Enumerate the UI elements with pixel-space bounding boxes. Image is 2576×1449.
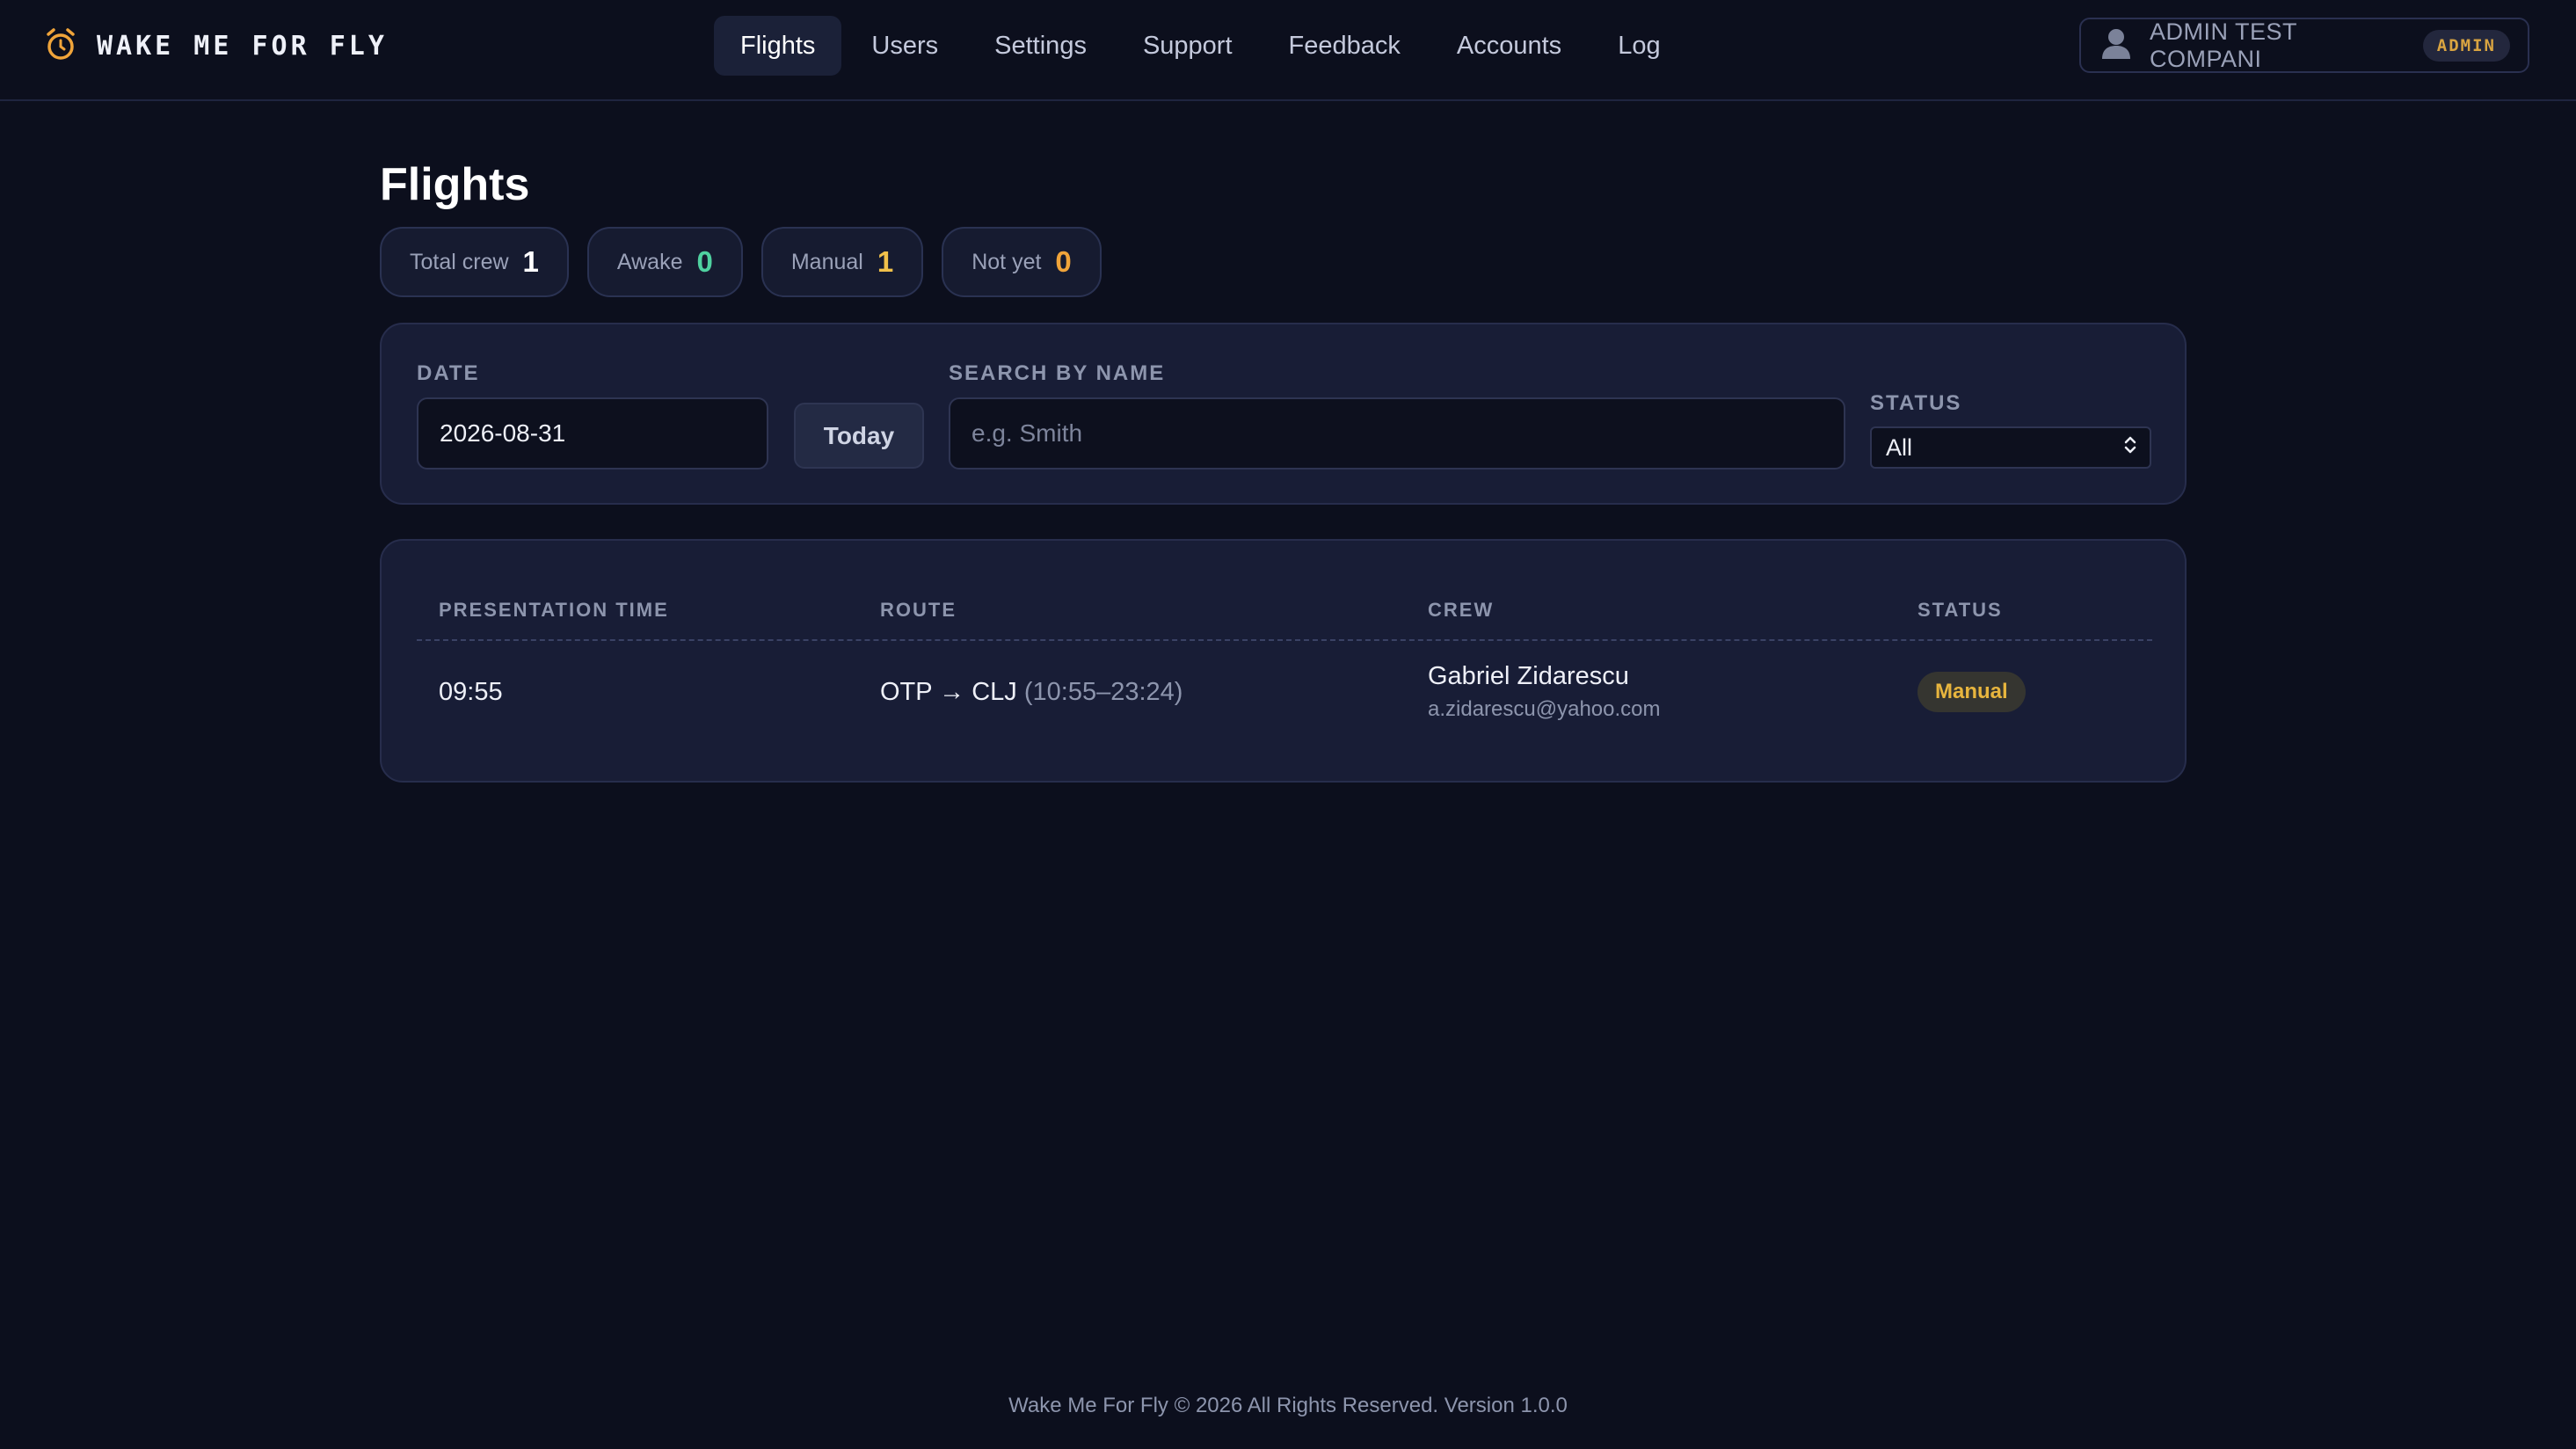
- stat-not-yet: Not yet 0: [942, 227, 1102, 297]
- stat-value: 1: [877, 245, 894, 278]
- brand[interactable]: WAKE ME FOR FLY: [44, 26, 388, 65]
- stat-awake: Awake 0: [586, 227, 743, 297]
- status-select-value: All: [1886, 433, 1913, 461]
- column-header-route[interactable]: ROUTE: [880, 599, 957, 622]
- page-title: Flights: [380, 159, 530, 210]
- status-select[interactable]: All: [1870, 426, 2151, 469]
- date-label: DATE: [417, 361, 480, 385]
- column-header-status[interactable]: STATUS: [1917, 599, 2003, 622]
- nav-item-users[interactable]: Users: [845, 16, 964, 76]
- status-badge: Manual: [1917, 672, 2026, 712]
- today-button[interactable]: Today: [794, 403, 924, 469]
- nav-item-feedback[interactable]: Feedback: [1263, 16, 1427, 76]
- filters-panel: DATE 2026-08-31 Today SEARCH BY NAME e.g…: [380, 323, 2187, 505]
- search-input[interactable]: e.g. Smith: [949, 397, 1845, 470]
- date-input[interactable]: 2026-08-31: [417, 397, 768, 470]
- stat-label: Manual: [790, 249, 863, 274]
- status-label: STATUS: [1870, 391, 1962, 415]
- stat-value: 0: [1055, 245, 1072, 278]
- user-icon: [2099, 25, 2134, 65]
- stats-bar: Total crew 1 Awake 0 Manual 1 Not yet 0: [380, 227, 1102, 297]
- nav-item-log[interactable]: Log: [1591, 16, 1686, 76]
- stat-label: Not yet: [971, 249, 1042, 274]
- main-nav: Flights Users Settings Support Feedback …: [714, 16, 1687, 76]
- stat-total-crew: Total crew 1: [380, 227, 569, 297]
- route-airports: OTP → CLJ: [880, 678, 1017, 706]
- role-badge: ADMIN: [2422, 29, 2510, 62]
- stat-value: 0: [696, 245, 713, 278]
- footer: Wake Me For Fly © 2026 All Rights Reserv…: [1008, 1394, 1568, 1417]
- nav-item-support[interactable]: Support: [1117, 16, 1259, 76]
- chevron-up-down-icon: [2123, 433, 2137, 462]
- alarm-clock-icon: [44, 26, 77, 66]
- route-times: (10:55–23:24): [1023, 678, 1183, 706]
- crew-email: a.zidarescu@yahoo.com: [1428, 697, 1661, 721]
- search-label: SEARCH BY NAME: [949, 361, 1166, 385]
- brand-name: WAKE ME FOR FLY: [97, 30, 388, 62]
- column-header-crew[interactable]: CREW: [1428, 599, 1494, 622]
- stat-manual: Manual 1: [760, 227, 924, 297]
- column-header-presentation-time[interactable]: PRESENTATION TIME: [439, 599, 669, 622]
- user-name: ADMIN TEST COMPANI: [2150, 18, 2297, 72]
- nav-item-accounts[interactable]: Accounts: [1430, 16, 1588, 76]
- nav-item-flights[interactable]: Flights: [714, 16, 842, 76]
- stat-label: Awake: [616, 249, 683, 274]
- stat-label: Total crew: [410, 249, 509, 274]
- flights-table: PRESENTATION TIME ROUTE CREW STATUS 09:5…: [380, 539, 2187, 783]
- user-menu[interactable]: ADMIN TEST COMPANI ADMIN: [2079, 18, 2529, 73]
- header-divider: [417, 639, 2152, 641]
- presentation-time: 09:55: [439, 678, 503, 706]
- crew-name: Gabriel Zidarescu: [1428, 662, 1629, 690]
- route: OTP → CLJ (10:55–23:24): [880, 678, 1182, 707]
- nav-item-settings[interactable]: Settings: [968, 16, 1113, 76]
- top-bar: WAKE ME FOR FLY Flights Users Settings S…: [0, 0, 2576, 101]
- stat-value: 1: [522, 245, 539, 278]
